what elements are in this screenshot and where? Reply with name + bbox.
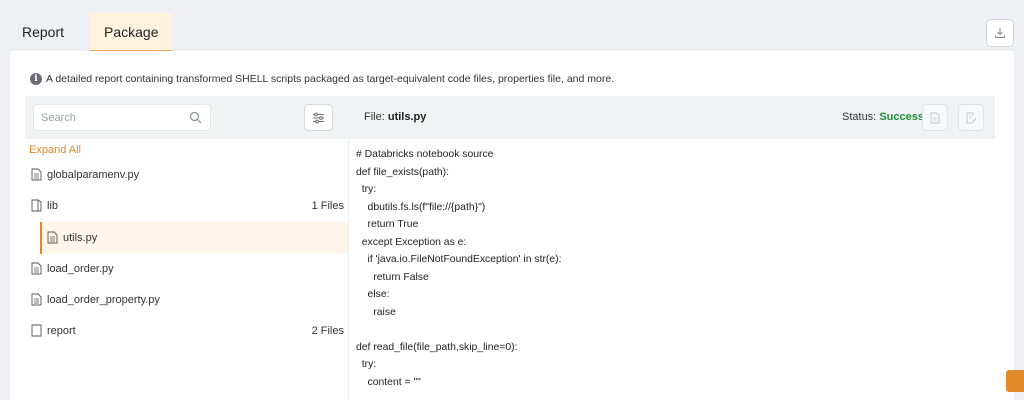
tree-item-label: lib	[47, 200, 59, 212]
tab-report[interactable]: Report	[10, 13, 90, 52]
info-text: A detailed report containing transformed…	[46, 73, 615, 85]
folder-icon	[31, 199, 43, 213]
search-box	[33, 104, 211, 131]
sliders-icon	[313, 112, 324, 123]
file-icon	[31, 168, 43, 182]
file-label: File: utils.py	[364, 111, 426, 123]
tree-item-load-order[interactable]: load_order.py	[25, 254, 348, 284]
tree-item-utils[interactable]: utils.py	[40, 222, 348, 254]
file-icon	[31, 262, 43, 276]
file-name: utils.py	[387, 111, 427, 123]
status-label: Status:	[842, 111, 877, 123]
file-count: 2 Files	[311, 325, 344, 337]
file-tree: globalparamenv.py lib 1 Files utils.py l…	[25, 139, 348, 400]
tree-item-report[interactable]: report 2 Files	[25, 316, 348, 346]
status-indicator: Status: Success	[842, 111, 924, 123]
tab-bar: Report Package	[10, 13, 173, 52]
search-input[interactable]	[34, 105, 174, 130]
filter-button[interactable]	[304, 104, 333, 131]
download-button[interactable]	[986, 19, 1014, 47]
tree-item-label: load_order_property.py	[47, 294, 160, 306]
info-icon: i	[30, 73, 42, 85]
file-icon	[31, 293, 43, 307]
status-value: Success	[879, 111, 924, 123]
tab-package[interactable]: Package	[90, 13, 173, 52]
file-label-prefix: File:	[364, 111, 385, 123]
search-icon[interactable]	[189, 111, 202, 124]
info-banner: i A detailed report containing transform…	[30, 73, 614, 85]
copy-button[interactable]	[922, 104, 948, 131]
tree-item-label: report	[47, 325, 76, 337]
tree-item-lib[interactable]: lib 1 Files	[25, 191, 348, 221]
edit-document-icon	[966, 112, 976, 123]
feedback-tab[interactable]	[1006, 370, 1024, 392]
tree-item-label: load_order.py	[47, 263, 114, 275]
tree-item-load-order-property[interactable]: load_order_property.py	[25, 285, 348, 315]
code-viewer[interactable]: # Databricks notebook source def file_ex…	[356, 146, 986, 400]
panel-divider	[348, 139, 349, 400]
download-icon	[994, 28, 1006, 39]
edit-button[interactable]	[958, 104, 984, 131]
file-count: 1 Files	[311, 200, 344, 212]
folder-icon	[31, 324, 43, 338]
file-icon	[47, 231, 59, 245]
document-icon	[930, 112, 940, 123]
tree-item-label: globalparamenv.py	[47, 169, 140, 181]
tree-item-globalparamenv[interactable]: globalparamenv.py	[25, 160, 348, 190]
tree-item-label: utils.py	[63, 232, 98, 244]
